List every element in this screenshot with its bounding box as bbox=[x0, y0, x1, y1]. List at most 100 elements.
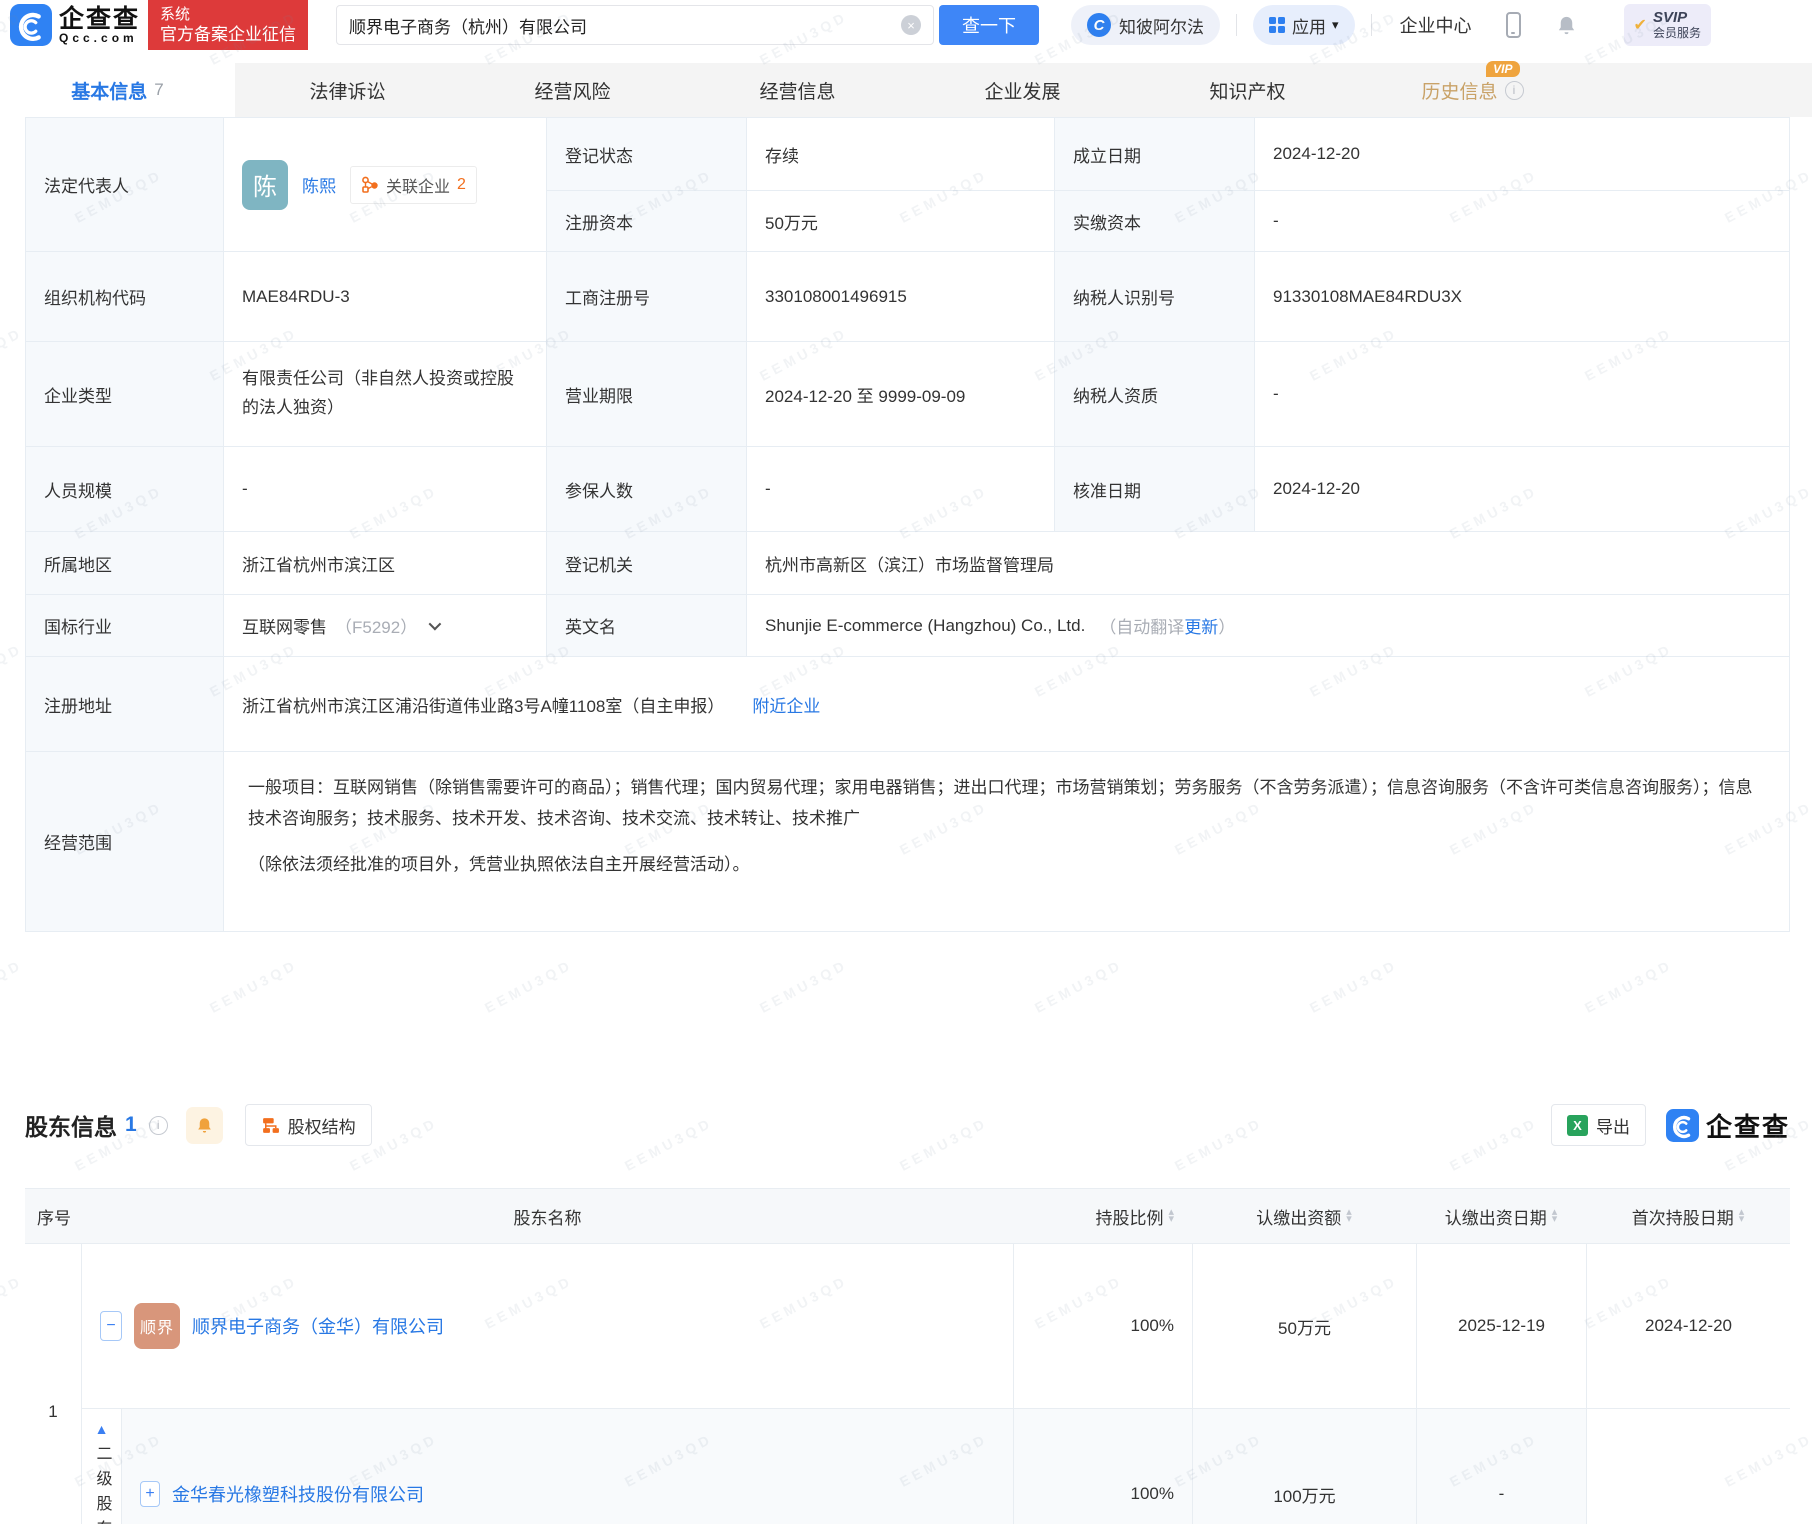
field-value: 2024-12-20 bbox=[1254, 446, 1789, 531]
business-scope-text2: （除依法须经批准的项目外，凭营业执照依法自主开展经营活动）。 bbox=[248, 854, 750, 874]
row-seq: 1 bbox=[25, 1244, 82, 1524]
auto-translate-note: （自动翻译 bbox=[1099, 618, 1185, 637]
header-label: 首次持股日期 bbox=[1631, 1208, 1734, 1228]
shareholder-company-link[interactable]: 顺界电子商务（金华）有限公司 bbox=[192, 1313, 444, 1339]
search-input[interactable] bbox=[349, 15, 902, 35]
tab-label: 经营风险 bbox=[534, 81, 611, 103]
tab-history-info[interactable]: 历史信息 VIP i bbox=[1360, 60, 1585, 117]
nearby-companies-link[interactable]: 附近企业 bbox=[752, 692, 820, 717]
field-label: 组织机构代码 bbox=[26, 251, 223, 341]
update-translation-link[interactable]: 更新 bbox=[1184, 613, 1218, 638]
zhibi-alpha-label: 知彼阿尔法 bbox=[1119, 17, 1205, 37]
triangle-up-icon[interactable]: ▲ bbox=[95, 1421, 109, 1437]
avatar: 陈 bbox=[242, 159, 288, 210]
field-label: 纳税人识别号 bbox=[1054, 251, 1254, 341]
sort-icon: ▴ ▾ bbox=[1168, 1206, 1174, 1225]
field-value: 2024-12-20 至 9999-09-09 bbox=[746, 341, 1054, 446]
svip-member-entry[interactable]: ✔ SVIP 会员服务 bbox=[1623, 4, 1711, 46]
tab-label-wrap: 历史信息 VIP bbox=[1421, 60, 1520, 104]
header-label: 认缴出资日期 bbox=[1444, 1208, 1547, 1228]
shareholders-actions: X 导出 企查查 bbox=[1550, 1104, 1790, 1146]
bell-icon bbox=[197, 1117, 211, 1133]
shareholder-company-link[interactable]: 金华春光橡塑科技股份有限公司 bbox=[172, 1481, 424, 1507]
tab-label: 基本信息 bbox=[71, 81, 148, 103]
search-button[interactable]: 查一下 bbox=[939, 5, 1040, 45]
field-value: 2024-12-20 bbox=[1254, 118, 1789, 190]
notification-bell-icon[interactable] bbox=[1555, 14, 1578, 37]
chevron-down-icon[interactable] bbox=[428, 617, 442, 631]
clear-search-icon[interactable]: × bbox=[901, 15, 922, 35]
export-label: 导出 bbox=[1595, 1117, 1630, 1137]
excel-icon: X bbox=[1566, 1114, 1588, 1136]
tab-label: 企业发展 bbox=[984, 81, 1061, 103]
industry-value: 互联网零售 bbox=[242, 618, 327, 637]
related-companies-label: 关联企业 bbox=[386, 178, 451, 196]
export-button[interactable]: X 导出 bbox=[1550, 1104, 1646, 1146]
subscribe-date-cell: - bbox=[1416, 1409, 1586, 1524]
tab-operation-info[interactable]: 经营信息 bbox=[685, 63, 910, 117]
column-header-ratio[interactable]: 持股比例 ▴ ▾ bbox=[1013, 1189, 1192, 1243]
amount-cell: 50万元 bbox=[1192, 1244, 1416, 1408]
badge-line1: 系统 bbox=[160, 6, 191, 23]
enterprise-center-link[interactable]: 企业中心 bbox=[1400, 12, 1472, 38]
field-value: 有限责任公司（非自然人投资或控股的法人独资） bbox=[223, 341, 546, 446]
field-label: 成立日期 bbox=[1054, 118, 1254, 190]
sort-icon: ▴ ▾ bbox=[1738, 1206, 1745, 1225]
table-header-row: 序号 股东名称 持股比例 ▴ ▾ 认缴出资额 ▴ ▾ 认缴出资日期 ▴ ▾ 首次持股日… bbox=[25, 1188, 1790, 1244]
search-box: × bbox=[336, 5, 935, 45]
org-chart-icon bbox=[262, 1117, 279, 1133]
qcc-logo-icon bbox=[10, 4, 52, 46]
field-value: 杭州市高新区（滨江）市场监督管理局 bbox=[746, 531, 1789, 594]
amount-cell: 100万元 bbox=[1192, 1409, 1416, 1524]
qcc-logo-text: 企查查 Qcc.com bbox=[59, 6, 140, 45]
field-value: - bbox=[223, 446, 546, 531]
shareholder-name-cell: − 顺界 顺界电子商务（金华）有限公司 bbox=[82, 1244, 1013, 1408]
monitor-bell-button[interactable] bbox=[185, 1106, 223, 1144]
tab-basic-info[interactable]: 基本信息 7 bbox=[0, 63, 235, 117]
tab-enterprise-development[interactable]: 企业发展 bbox=[910, 63, 1135, 117]
badge-line2: 官方备案企业征信 bbox=[160, 25, 297, 44]
field-label: 人员规模 bbox=[26, 446, 223, 531]
field-label: 英文名 bbox=[546, 594, 746, 656]
info-icon[interactable]: i bbox=[148, 1115, 168, 1135]
related-companies-icon bbox=[362, 176, 378, 193]
expand-button[interactable]: + bbox=[140, 1481, 160, 1507]
info-icon[interactable]: i bbox=[1504, 80, 1524, 100]
qcc-company-page: 企查查 Qcc.com 系统 官方备案企业征信 × 查一下 C 知彼阿尔法 应用… bbox=[0, 0, 1812, 1524]
shareholders-section-header: 股东信息 1 i 股权结构 X 导出 企查查 bbox=[25, 1104, 1790, 1146]
shareholder-level-label: 二级股东 bbox=[93, 1445, 111, 1524]
tab-label: 知识产权 bbox=[1209, 81, 1286, 103]
shareholder-level-strip: ▲ 二级股东 bbox=[82, 1409, 122, 1524]
related-companies-button[interactable]: 关联企业 2 bbox=[350, 165, 477, 204]
industry-cell: 互联网零售 （F5292） bbox=[223, 594, 546, 656]
column-header-amount[interactable]: 认缴出资额 ▴ ▾ bbox=[1192, 1189, 1416, 1243]
tab-label: 法律诉讼 bbox=[309, 81, 386, 103]
official-record-badge: 系统 官方备案企业征信 bbox=[148, 0, 309, 50]
logo-domain: Qcc.com bbox=[59, 30, 138, 45]
tab-legal-litigation[interactable]: 法律诉讼 bbox=[235, 63, 460, 117]
vip-badge: VIP bbox=[1486, 60, 1520, 77]
tab-label: 历史信息 bbox=[1421, 81, 1498, 103]
svip-label: SVIP bbox=[1652, 9, 1688, 26]
svip-sublabel: 会员服务 bbox=[1652, 26, 1701, 40]
equity-structure-button[interactable]: 股权结构 bbox=[244, 1104, 372, 1146]
related-companies-count: 2 bbox=[457, 175, 466, 193]
collapse-button[interactable]: − bbox=[100, 1311, 122, 1341]
field-value: 50万元 bbox=[746, 190, 1054, 251]
mobile-app-icon[interactable] bbox=[1505, 12, 1521, 38]
column-header-first-hold-date[interactable]: 首次持股日期 ▴ ▾ bbox=[1586, 1189, 1790, 1243]
tab-intellectual-property[interactable]: 知识产权 bbox=[1135, 63, 1360, 117]
apps-grid-icon bbox=[1269, 17, 1286, 33]
legal-rep-link[interactable]: 陈熙 bbox=[302, 172, 336, 197]
apps-menu[interactable]: 应用 ▾ bbox=[1253, 5, 1355, 45]
legal-rep-cell: 陈 陈熙 关联企业 2 bbox=[223, 118, 546, 251]
column-header-subscribe-date[interactable]: 认缴出资日期 ▴ ▾ bbox=[1416, 1189, 1586, 1243]
sort-icon: ▴ ▾ bbox=[1346, 1206, 1352, 1225]
field-value: 存续 bbox=[746, 118, 1054, 190]
qcc-logo-icon bbox=[1665, 1108, 1699, 1142]
qcc-logo[interactable]: 企查查 Qcc.com bbox=[10, 4, 140, 46]
tab-operation-risk[interactable]: 经营风险 bbox=[460, 63, 685, 117]
field-value: - bbox=[746, 446, 1054, 531]
zhibi-alpha-entry[interactable]: C 知彼阿尔法 bbox=[1071, 5, 1221, 45]
avatar: 顺界 bbox=[134, 1303, 180, 1349]
